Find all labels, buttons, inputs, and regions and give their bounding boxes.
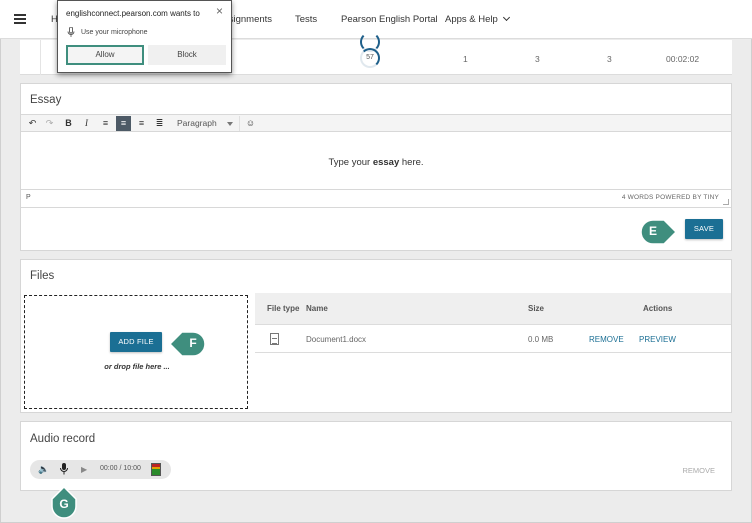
chevron-down-icon <box>502 13 510 22</box>
callout-g: G <box>51 486 77 519</box>
bold-icon[interactable]: B <box>61 116 76 131</box>
col-name: Name <box>306 304 328 313</box>
align-left-icon[interactable]: ≡ <box>98 116 113 131</box>
play-icon[interactable]: ▶ <box>81 465 87 474</box>
col-actions: Actions <box>643 304 673 313</box>
audio-recorder: 🔈 ▶ 00:00 / 10:00 <box>30 460 171 479</box>
table-row: Document1.docx 0.0 MB REMOVE PREVIEW <box>255 325 731 353</box>
essay-panel: Essay ↶ ↷ B I ≡ ≡ ≡ ≣ Paragraph ☺ Type y… <box>20 83 732 251</box>
italic-icon[interactable]: I <box>79 116 94 131</box>
align-justify-icon[interactable]: ≣ <box>152 116 167 131</box>
audio-remove-button[interactable]: REMOVE <box>682 466 715 475</box>
score-cell: 1 <box>463 54 468 64</box>
editor-statusbar: P 4 WORDS POWERED BY TINY <box>21 190 731 207</box>
align-center-icon[interactable]: ≡ <box>116 116 131 131</box>
callout-g-letter: G <box>59 497 69 511</box>
files-title: Files <box>30 270 55 282</box>
element-path[interactable]: P <box>26 194 31 201</box>
file-name: Document1.docx <box>306 335 367 344</box>
microphone-permission-popup: englishconnect.pearson.com wants to × Us… <box>57 0 232 73</box>
block-format-value: Paragraph <box>177 118 217 128</box>
drop-hint: or drop file here ... <box>104 362 170 371</box>
score-cell: 3 <box>535 54 540 64</box>
undo-icon[interactable]: ↶ <box>25 116 40 131</box>
editor-toolbar: ↶ ↷ B I ≡ ≡ ≡ ≣ Paragraph ☺ <box>21 114 731 132</box>
permission-request: Use your microphone <box>81 29 148 36</box>
word-count: 4 WORDS POWERED BY TINY <box>621 194 719 201</box>
files-panel: Files ADD FILE or drop file here ... Fil… <box>20 259 732 413</box>
essay-placeholder: Type your essay here. <box>21 157 731 168</box>
callout-e-letter: E <box>648 224 657 238</box>
file-dropzone[interactable]: ADD FILE or drop file here ... <box>24 295 248 409</box>
microphone-icon[interactable] <box>60 463 68 475</box>
nav-item-apps-help[interactable]: Apps & Help <box>445 13 510 25</box>
level-meter-icon <box>151 463 161 476</box>
align-right-icon[interactable]: ≡ <box>134 116 149 131</box>
save-button[interactable]: SAVE <box>685 219 723 239</box>
nav-item-tests[interactable]: Tests <box>295 14 317 25</box>
essay-title: Essay <box>30 94 62 106</box>
essay-editor[interactable]: Type your essay here. <box>21 132 731 190</box>
file-size: 0.0 MB <box>528 335 554 344</box>
save-row: SAVE <box>21 207 731 244</box>
col-size: Size <box>528 304 545 313</box>
audio-time: 00:00 / 10:00 <box>100 465 141 472</box>
block-button[interactable]: Block <box>148 45 226 65</box>
caret-down-icon <box>227 122 233 126</box>
callout-e: E <box>640 219 677 245</box>
preview-file-link[interactable]: PREVIEW <box>639 335 676 344</box>
menu-icon[interactable] <box>14 14 26 24</box>
score-time: 00:02:02 <box>666 54 700 64</box>
popup-title: englishconnect.pearson.com wants to <box>66 9 200 18</box>
callout-f-letter: F <box>189 336 197 350</box>
placeholder-pre: Type your <box>328 157 373 168</box>
nav-apps-help-label: Apps & Help <box>445 14 498 25</box>
placeholder-post: here. <box>399 157 424 168</box>
audio-title: Audio record <box>30 433 96 445</box>
resize-handle-icon[interactable] <box>723 199 729 205</box>
col-file-type: File type <box>267 304 300 313</box>
allow-button[interactable]: Allow <box>66 45 144 65</box>
redo-icon[interactable]: ↷ <box>42 116 57 131</box>
file-table-header: File type Name Size Actions <box>255 293 731 325</box>
microphone-icon <box>67 26 75 37</box>
volume-icon[interactable]: 🔈 <box>38 464 49 475</box>
block-format-select[interactable]: Paragraph <box>174 116 240 131</box>
emoji-icon[interactable]: ☺ <box>243 116 258 131</box>
score-ring: 57 <box>360 48 380 68</box>
nav-item-pearson-english-portal[interactable]: Pearson English Portal <box>341 14 438 25</box>
row-divider <box>40 40 41 75</box>
score-cell: 3 <box>607 54 612 64</box>
word-document-icon <box>270 333 279 345</box>
add-file-button[interactable]: ADD FILE <box>110 332 162 352</box>
callout-f: F <box>169 331 206 357</box>
remove-file-link[interactable]: REMOVE <box>589 335 624 344</box>
audio-panel: Audio record 🔈 ▶ 00:00 / 10:00 REMOVE <box>20 421 732 491</box>
close-icon[interactable]: × <box>216 4 223 18</box>
placeholder-bold: essay <box>372 157 400 168</box>
